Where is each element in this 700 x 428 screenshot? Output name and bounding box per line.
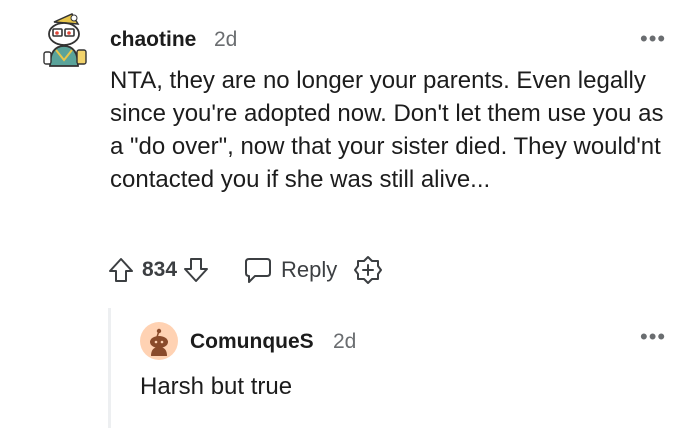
comment-author[interactable]: chaotine — [110, 28, 196, 52]
comment-age[interactable]: 2d — [214, 28, 237, 52]
reply-more-options-button[interactable]: ••• — [640, 326, 666, 348]
vote-score: 834 — [142, 258, 178, 281]
avatar[interactable] — [34, 10, 96, 72]
downvote-button[interactable] — [179, 253, 213, 287]
comment-actions: 834 Reply — [104, 250, 385, 290]
snoo-avatar-icon — [43, 13, 87, 67]
downvote-icon — [184, 258, 209, 282]
upvote-button[interactable] — [104, 253, 138, 287]
reply-label: Reply — [281, 257, 338, 282]
reply-body: Harsh but true — [140, 373, 293, 400]
comment-body: NTA, they are no longer your parents. Ev… — [110, 67, 664, 193]
more-options-button[interactable]: ••• — [640, 28, 666, 50]
give-award-button[interactable] — [351, 253, 385, 287]
award-plus-icon — [354, 256, 383, 284]
upvote-icon — [109, 258, 133, 282]
reply-button[interactable]: Reply — [243, 256, 337, 284]
speech-bubble-icon — [245, 258, 272, 283]
reply-age[interactable]: 2d — [333, 330, 356, 354]
reply-author[interactable]: ComunqueS — [190, 330, 314, 354]
reply-avatar[interactable] — [140, 322, 178, 360]
thread-line[interactable] — [108, 308, 111, 428]
snoo-avatar-icon — [140, 322, 178, 360]
